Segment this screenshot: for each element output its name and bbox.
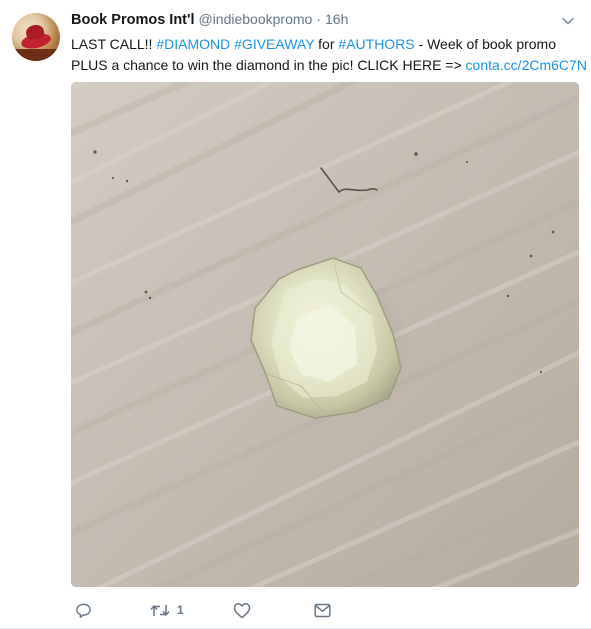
avatar-background xyxy=(12,49,60,61)
tweet-text-segment: for xyxy=(314,36,339,52)
heart-icon xyxy=(233,602,251,618)
tweet-text-segment: LAST CALL!! xyxy=(71,36,157,52)
tweet-timestamp[interactable]: 16h xyxy=(325,11,348,27)
url-link[interactable]: conta.cc/2Cm6C7N xyxy=(466,57,587,73)
reply-button[interactable] xyxy=(75,598,92,622)
hashtag-link[interactable]: #GIVEAWAY xyxy=(234,36,314,52)
tweet-photo[interactable] xyxy=(71,82,579,587)
envelope-icon xyxy=(314,603,331,617)
tweet-text-segment: - Week of book promo xyxy=(414,36,557,52)
author-name[interactable]: Book Promos Int'l xyxy=(71,12,194,28)
like-button[interactable] xyxy=(233,598,251,622)
tweet-actions: 1 xyxy=(71,598,371,622)
hashtag-link[interactable]: #AUTHORS xyxy=(338,36,414,52)
tweet-text-line: PLUS a chance to win the diamond in the … xyxy=(71,55,587,76)
chevron-down-icon[interactable] xyxy=(561,14,575,28)
author-handle[interactable]: @indiebookpromo xyxy=(198,11,312,27)
tweet-header: Book Promos Int'l @indiebookpromo · 16h xyxy=(71,11,348,31)
tweet-text-line: LAST CALL!! #DIAMOND #GIVEAWAY for #AUTH… xyxy=(71,34,581,55)
reply-icon xyxy=(76,603,91,618)
tweet-text: LAST CALL!! #DIAMOND #GIVEAWAY for #AUTH… xyxy=(71,34,587,76)
separator-dot: · xyxy=(316,11,321,27)
tweet-text-segment: PLUS a chance to win the diamond in the … xyxy=(71,57,466,73)
diamond-photo xyxy=(71,82,579,587)
direct-message-button[interactable] xyxy=(314,598,331,622)
tweet[interactable]: Book Promos Int'l @indiebookpromo · 16h … xyxy=(0,0,591,629)
avatar[interactable] xyxy=(12,13,60,61)
retweet-button[interactable]: 1 xyxy=(150,598,184,622)
hashtag-link[interactable]: #DIAMOND xyxy=(156,36,230,52)
retweet-count: 1 xyxy=(177,603,184,617)
retweet-icon xyxy=(150,604,170,616)
